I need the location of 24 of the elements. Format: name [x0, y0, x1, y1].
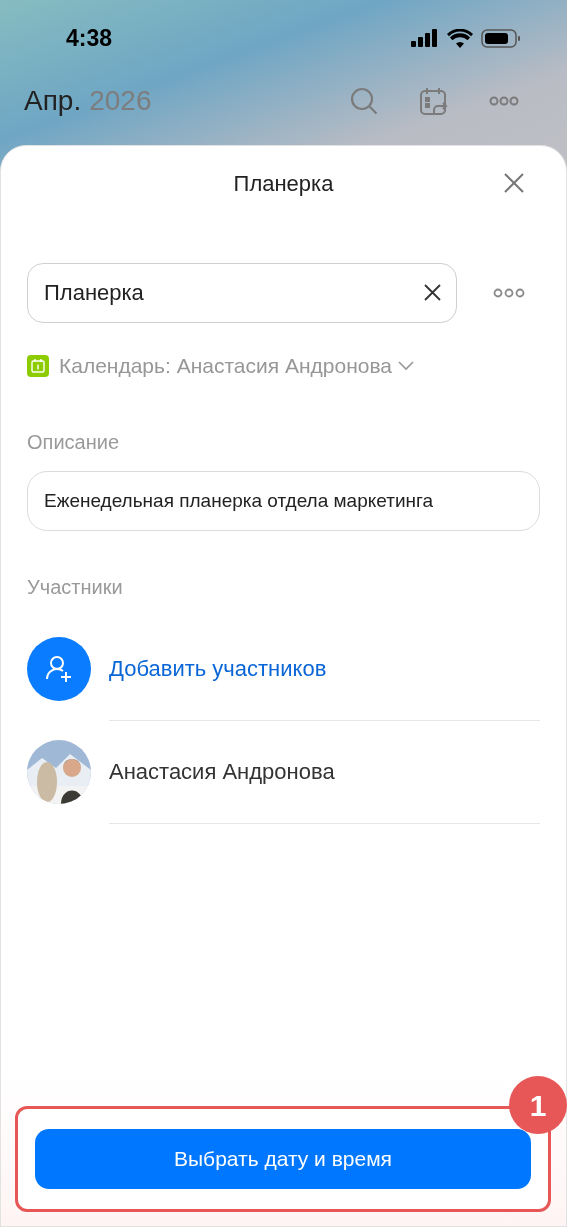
participants-label: Участники	[27, 574, 124, 600]
clear-icon[interactable]	[424, 284, 441, 301]
add-participants-link[interactable]: Добавить участников	[109, 652, 327, 685]
add-person-icon[interactable]	[27, 636, 91, 701]
wifi-icon	[447, 28, 473, 48]
sheet-title: Планерка	[233, 169, 334, 198]
calendar-icon	[27, 354, 49, 377]
battery-icon	[481, 28, 521, 48]
description-field[interactable]: Еженедельная планерка отдела маркетинга	[27, 470, 540, 531]
title-field[interactable]: Планерка	[27, 263, 457, 323]
select-date-button[interactable]: Выбрать дату и время	[35, 1129, 531, 1189]
signal-icon	[411, 29, 439, 47]
search-icon[interactable]	[349, 86, 379, 116]
close-icon[interactable]	[504, 173, 524, 193]
status-time: 4:38	[66, 23, 113, 53]
year-title: 2026	[89, 84, 152, 118]
month-title: Апр.	[24, 84, 82, 118]
participant-name[interactable]: Анастасия Андронова	[109, 755, 335, 788]
more-icon[interactable]	[489, 96, 519, 106]
description-label: Описание	[27, 429, 121, 455]
calendar-arrow-icon[interactable]	[419, 86, 449, 116]
more-icon[interactable]	[493, 288, 525, 298]
step-badge: 1	[509, 1076, 567, 1134]
chevron-down-icon	[398, 360, 415, 371]
